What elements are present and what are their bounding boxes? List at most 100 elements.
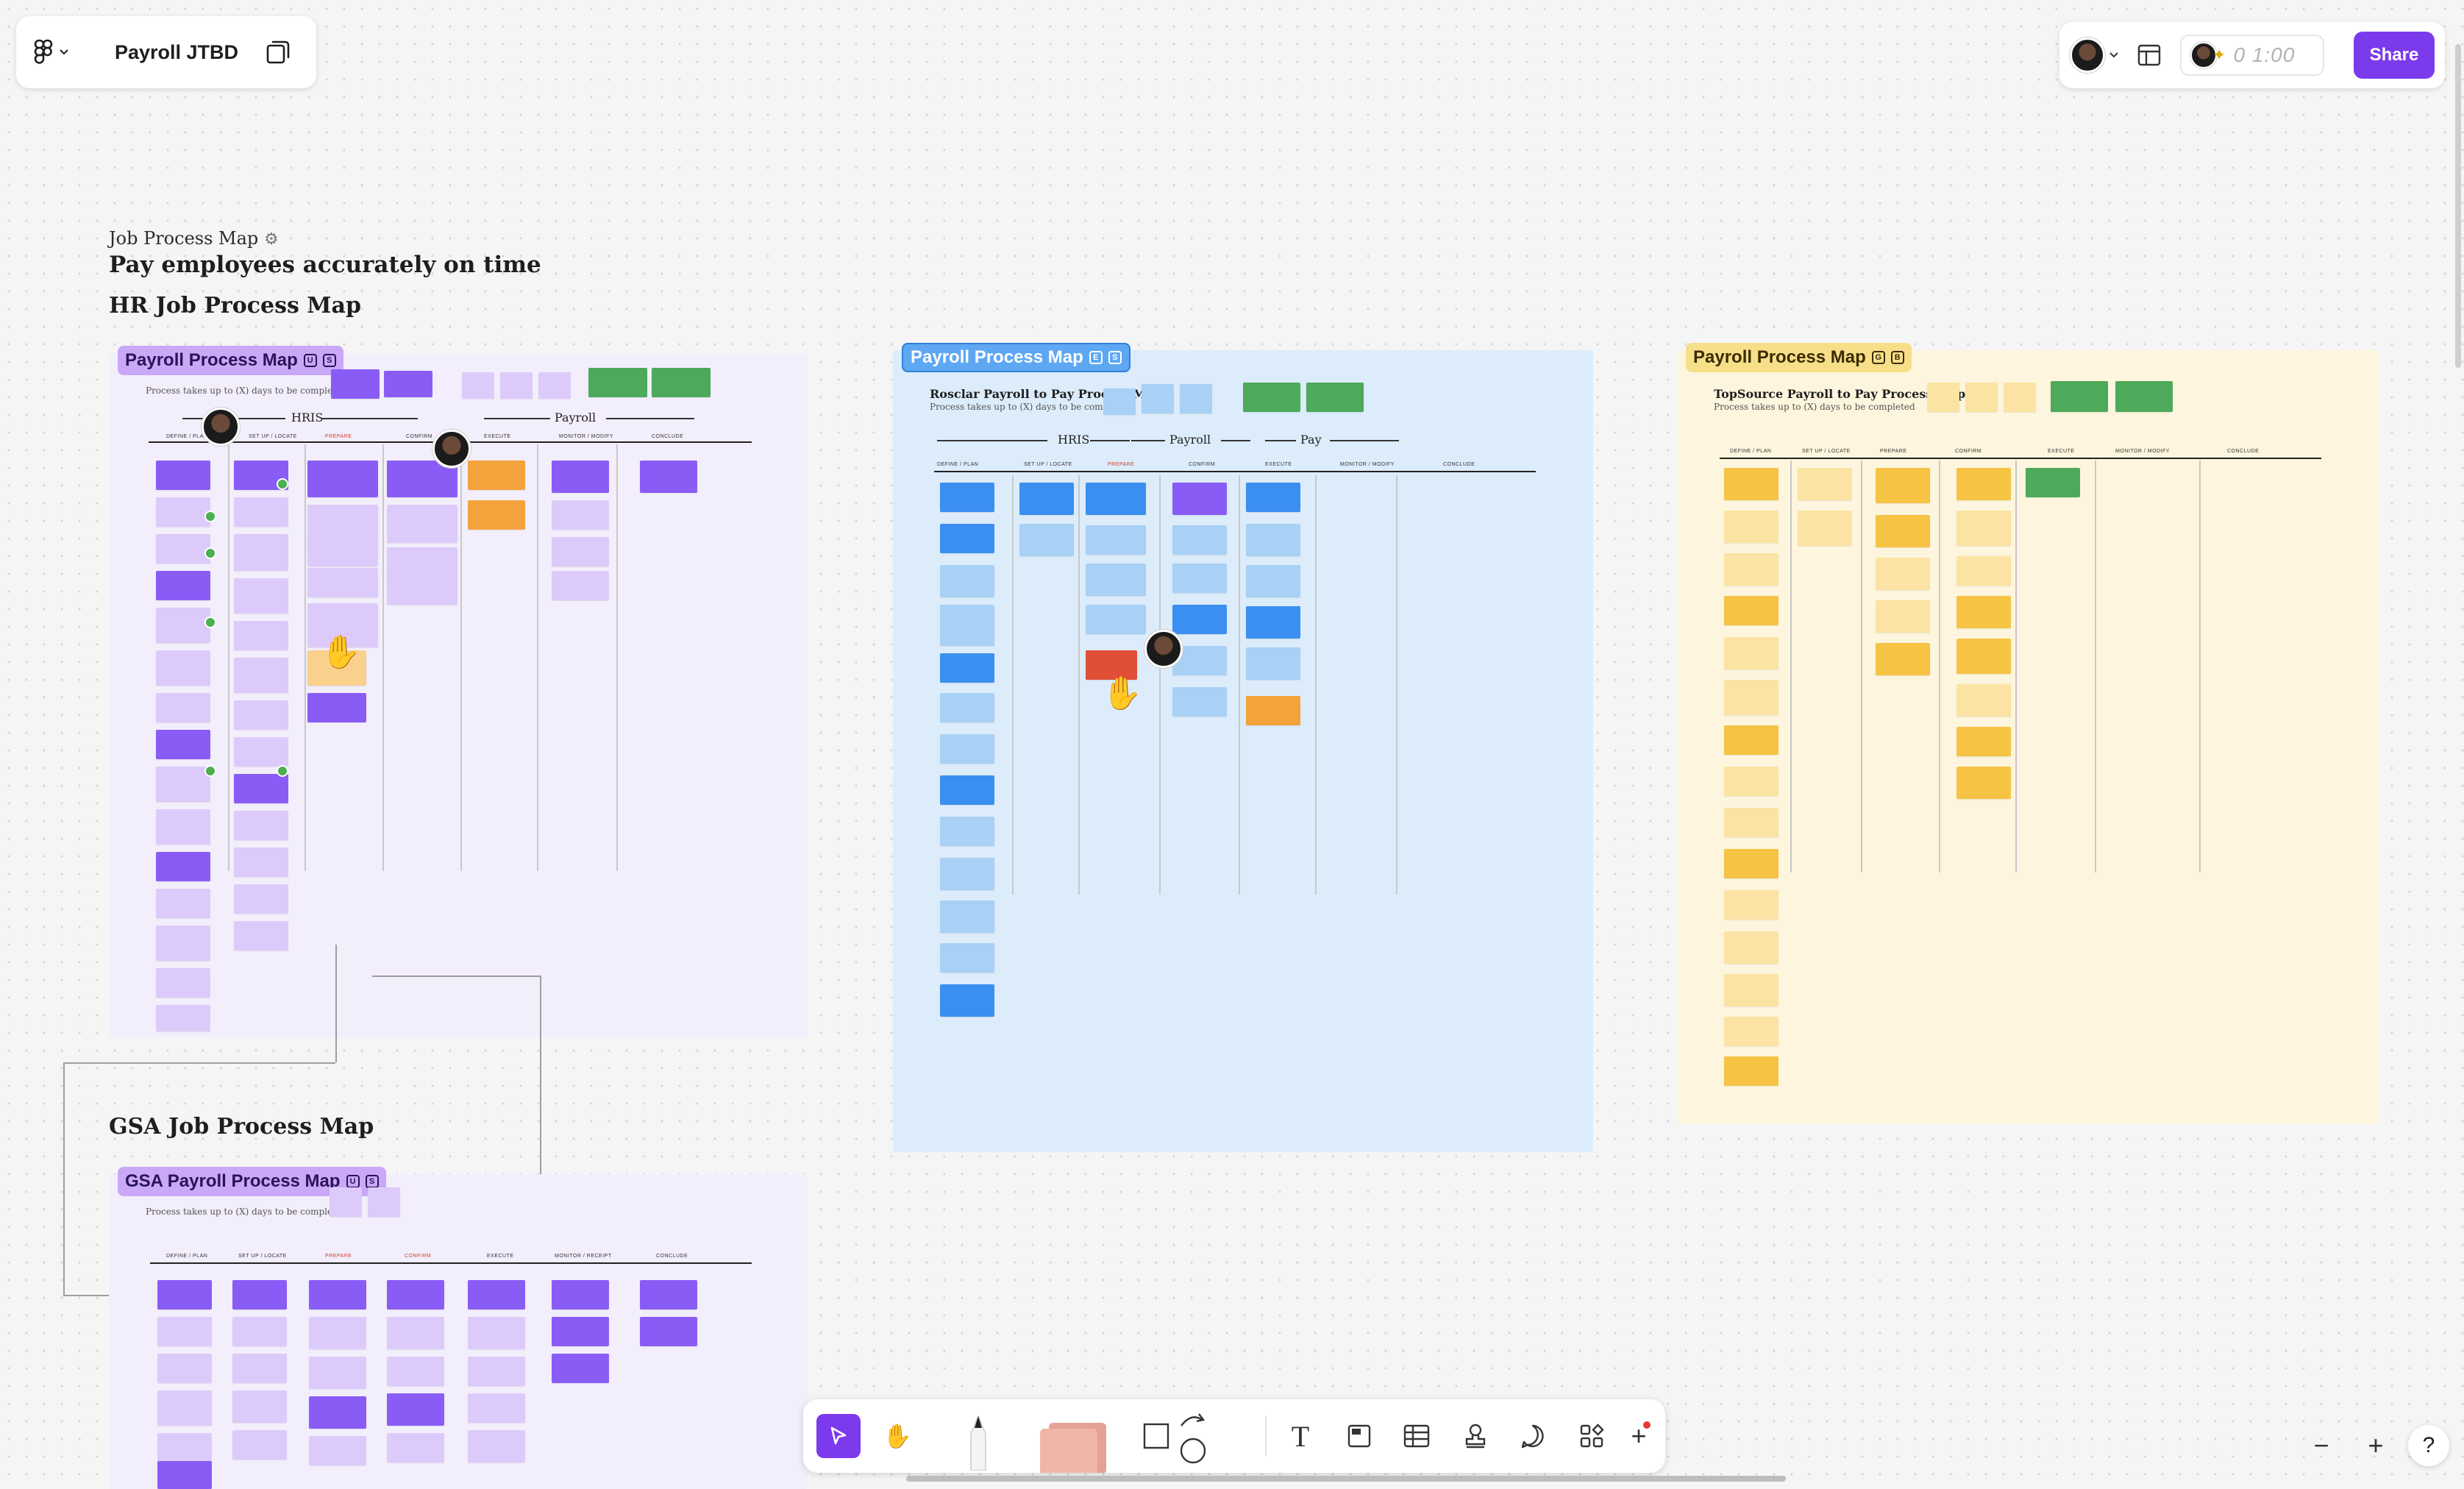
sticky-note[interactable]: [940, 817, 994, 846]
sticky-note[interactable]: [309, 1396, 366, 1429]
sticky-note[interactable]: [538, 372, 571, 399]
horizontal-scrollbar[interactable]: [906, 1476, 1786, 1482]
sticky-note[interactable]: [156, 571, 210, 600]
zoom-in-button[interactable]: +: [2354, 1424, 2398, 1468]
sticky-note[interactable]: [232, 1354, 287, 1383]
zoom-out-button[interactable]: −: [2299, 1424, 2343, 1468]
sticky-note[interactable]: [307, 568, 378, 597]
sticky-note[interactable]: [1876, 515, 1930, 547]
sticky-note[interactable]: [1724, 974, 1778, 1006]
sticky-note[interactable]: [234, 658, 288, 693]
hr-section-label[interactable]: Payroll Process Map U S: [118, 346, 343, 375]
sticky-note[interactable]: [940, 653, 994, 683]
sticky-note[interactable]: [2115, 381, 2173, 412]
timer-widget[interactable]: ✦ 0 1:00: [2180, 35, 2324, 76]
sticky-note[interactable]: [1724, 511, 1778, 543]
sticky-tool[interactable]: [1031, 1415, 1112, 1473]
sticky-note[interactable]: [156, 608, 210, 643]
rosclar-section-label[interactable]: Payroll Process Map E S: [902, 343, 1130, 372]
sticky-note[interactable]: [1876, 600, 1930, 633]
sticky-note[interactable]: [468, 1357, 525, 1386]
help-button[interactable]: ?: [2408, 1425, 2449, 1466]
sticky-note[interactable]: [1243, 383, 1300, 412]
sticky-note[interactable]: [468, 1280, 525, 1309]
sticky-note[interactable]: [1019, 483, 1074, 515]
stamp-tool[interactable]: [1453, 1414, 1498, 1458]
sticky-note[interactable]: [940, 858, 994, 890]
sticky-note[interactable]: [468, 1430, 525, 1463]
sticky-note[interactable]: [232, 1430, 287, 1460]
sticky-note[interactable]: [309, 1357, 366, 1389]
sticky-note[interactable]: [330, 1187, 362, 1217]
sticky-note[interactable]: [234, 811, 288, 840]
sticky-note[interactable]: [1724, 468, 1778, 500]
sticky-note[interactable]: [640, 1280, 697, 1309]
sticky-note[interactable]: [157, 1390, 212, 1426]
sticky-note[interactable]: [940, 734, 994, 764]
sticky-note[interactable]: [1724, 890, 1778, 920]
sticky-note[interactable]: [1876, 558, 1930, 590]
sticky-note[interactable]: [1086, 483, 1146, 515]
topsource-process-section[interactable]: Payroll Process Map G B TopSource Payrol…: [1677, 343, 2379, 1124]
sticky-note[interactable]: [1956, 596, 2011, 628]
sticky-note[interactable]: [940, 483, 994, 512]
sticky-note[interactable]: [1724, 767, 1778, 796]
sticky-note[interactable]: [307, 693, 366, 722]
sticky-note[interactable]: [1956, 511, 2011, 546]
sticky-note[interactable]: [1927, 383, 1959, 412]
sticky-note[interactable]: [156, 650, 210, 686]
sticky-note[interactable]: [2004, 383, 2036, 412]
sticky-note[interactable]: [1956, 727, 2011, 756]
sticky-note[interactable]: [552, 1280, 609, 1309]
sticky-note[interactable]: [940, 943, 994, 973]
sticky-note[interactable]: [156, 767, 210, 802]
sticky-note[interactable]: [234, 497, 288, 527]
sticky-note[interactable]: [468, 1317, 525, 1349]
sticky-note[interactable]: [1724, 808, 1778, 837]
sticky-note[interactable]: [234, 534, 288, 571]
sticky-note[interactable]: [156, 497, 210, 527]
comment-tool[interactable]: [1511, 1414, 1555, 1458]
sticky-note[interactable]: [157, 1280, 212, 1309]
sticky-note[interactable]: [1086, 605, 1146, 634]
sticky-note[interactable]: [1724, 849, 1778, 878]
pages-button[interactable]: [257, 32, 299, 73]
sticky-note[interactable]: [234, 774, 288, 803]
sticky-note[interactable]: [1172, 564, 1227, 593]
sticky-note[interactable]: [1724, 1017, 1778, 1046]
sticky-note[interactable]: [1724, 596, 1778, 625]
sticky-note[interactable]: [234, 921, 288, 950]
select-tool[interactable]: [816, 1414, 861, 1458]
sticky-note[interactable]: [1142, 384, 1174, 413]
connector-tool[interactable]: [1171, 1407, 1215, 1465]
layout-button[interactable]: [2130, 36, 2168, 74]
sticky-note[interactable]: [157, 1461, 212, 1489]
user-menu[interactable]: [2070, 38, 2118, 73]
sticky-note[interactable]: [387, 1317, 444, 1349]
sticky-note[interactable]: [1724, 637, 1778, 669]
sticky-note[interactable]: [468, 1393, 525, 1423]
hr-process-section[interactable]: Payroll Process Map U S Process takes up…: [109, 346, 808, 1037]
sticky-note[interactable]: [1724, 1056, 1778, 1086]
sticky-note[interactable]: [1246, 647, 1300, 680]
sticky-note[interactable]: [234, 847, 288, 877]
sticky-note[interactable]: [1724, 680, 1778, 715]
sticky-note[interactable]: [156, 852, 210, 881]
sticky-note[interactable]: [940, 605, 994, 646]
sticky-note[interactable]: [1724, 931, 1778, 964]
sticky-note[interactable]: [387, 1433, 444, 1463]
topsource-section-label[interactable]: Payroll Process Map G B: [1686, 343, 1912, 372]
share-button[interactable]: Share: [2354, 32, 2435, 79]
sticky-note[interactable]: [156, 534, 210, 564]
rosclar-process-section[interactable]: Payroll Process Map E S Rosclar Payroll …: [893, 343, 1593, 1152]
sticky-note[interactable]: [1246, 696, 1300, 725]
sticky-note[interactable]: [331, 369, 380, 399]
sticky-note[interactable]: [156, 889, 210, 918]
table-tool[interactable]: [1395, 1414, 1439, 1458]
sticky-note[interactable]: [1086, 525, 1146, 555]
file-title[interactable]: Payroll JTBD: [115, 41, 238, 64]
sticky-note[interactable]: [552, 1354, 609, 1383]
sticky-note[interactable]: [552, 461, 609, 493]
sticky-note[interactable]: [157, 1317, 212, 1346]
sticky-note[interactable]: [1956, 767, 2011, 799]
